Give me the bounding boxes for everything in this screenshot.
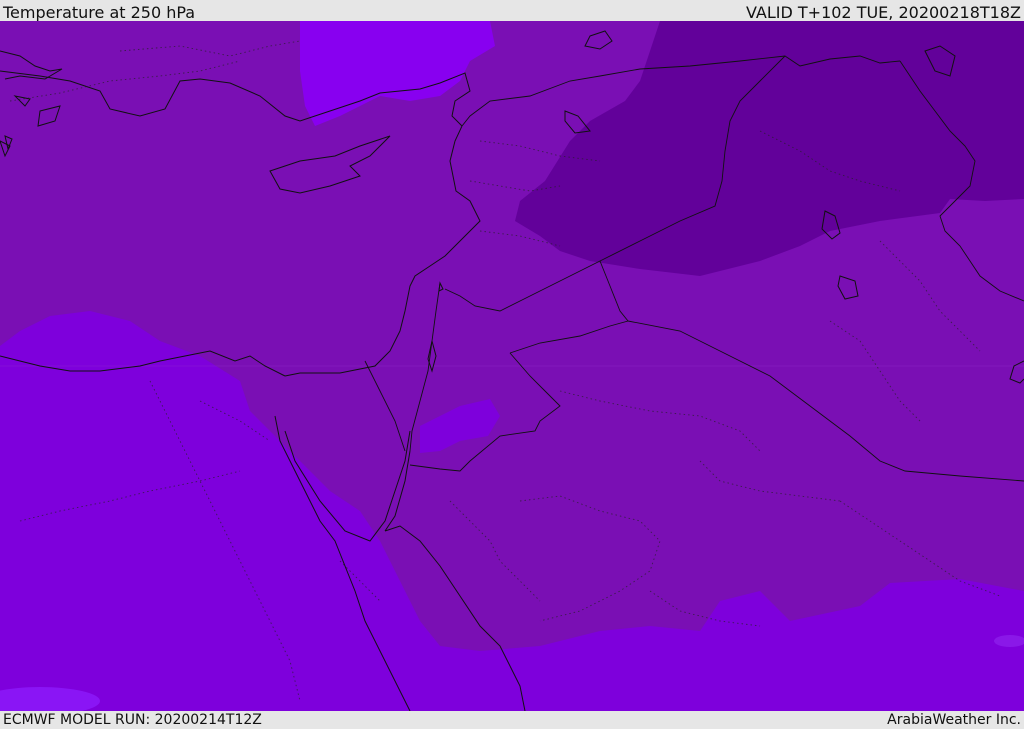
temperature-map[interactable] [0, 21, 1024, 711]
valid-time: VALID T+102 TUE, 20200218T18Z [745, 3, 1021, 22]
credit-label: ArabiaWeather Inc. [887, 712, 1021, 728]
model-run-label: ECMWF MODEL RUN: 20200214T12Z [3, 712, 262, 728]
header-bar: Temperature at 250 hPa VALID T+102 TUE, … [0, 0, 1024, 22]
map-canvas [0, 21, 1024, 711]
map-title: Temperature at 250 hPa [3, 3, 196, 22]
footer-bar: ECMWF MODEL RUN: 20200214T12Z ArabiaWeat… [0, 711, 1024, 729]
